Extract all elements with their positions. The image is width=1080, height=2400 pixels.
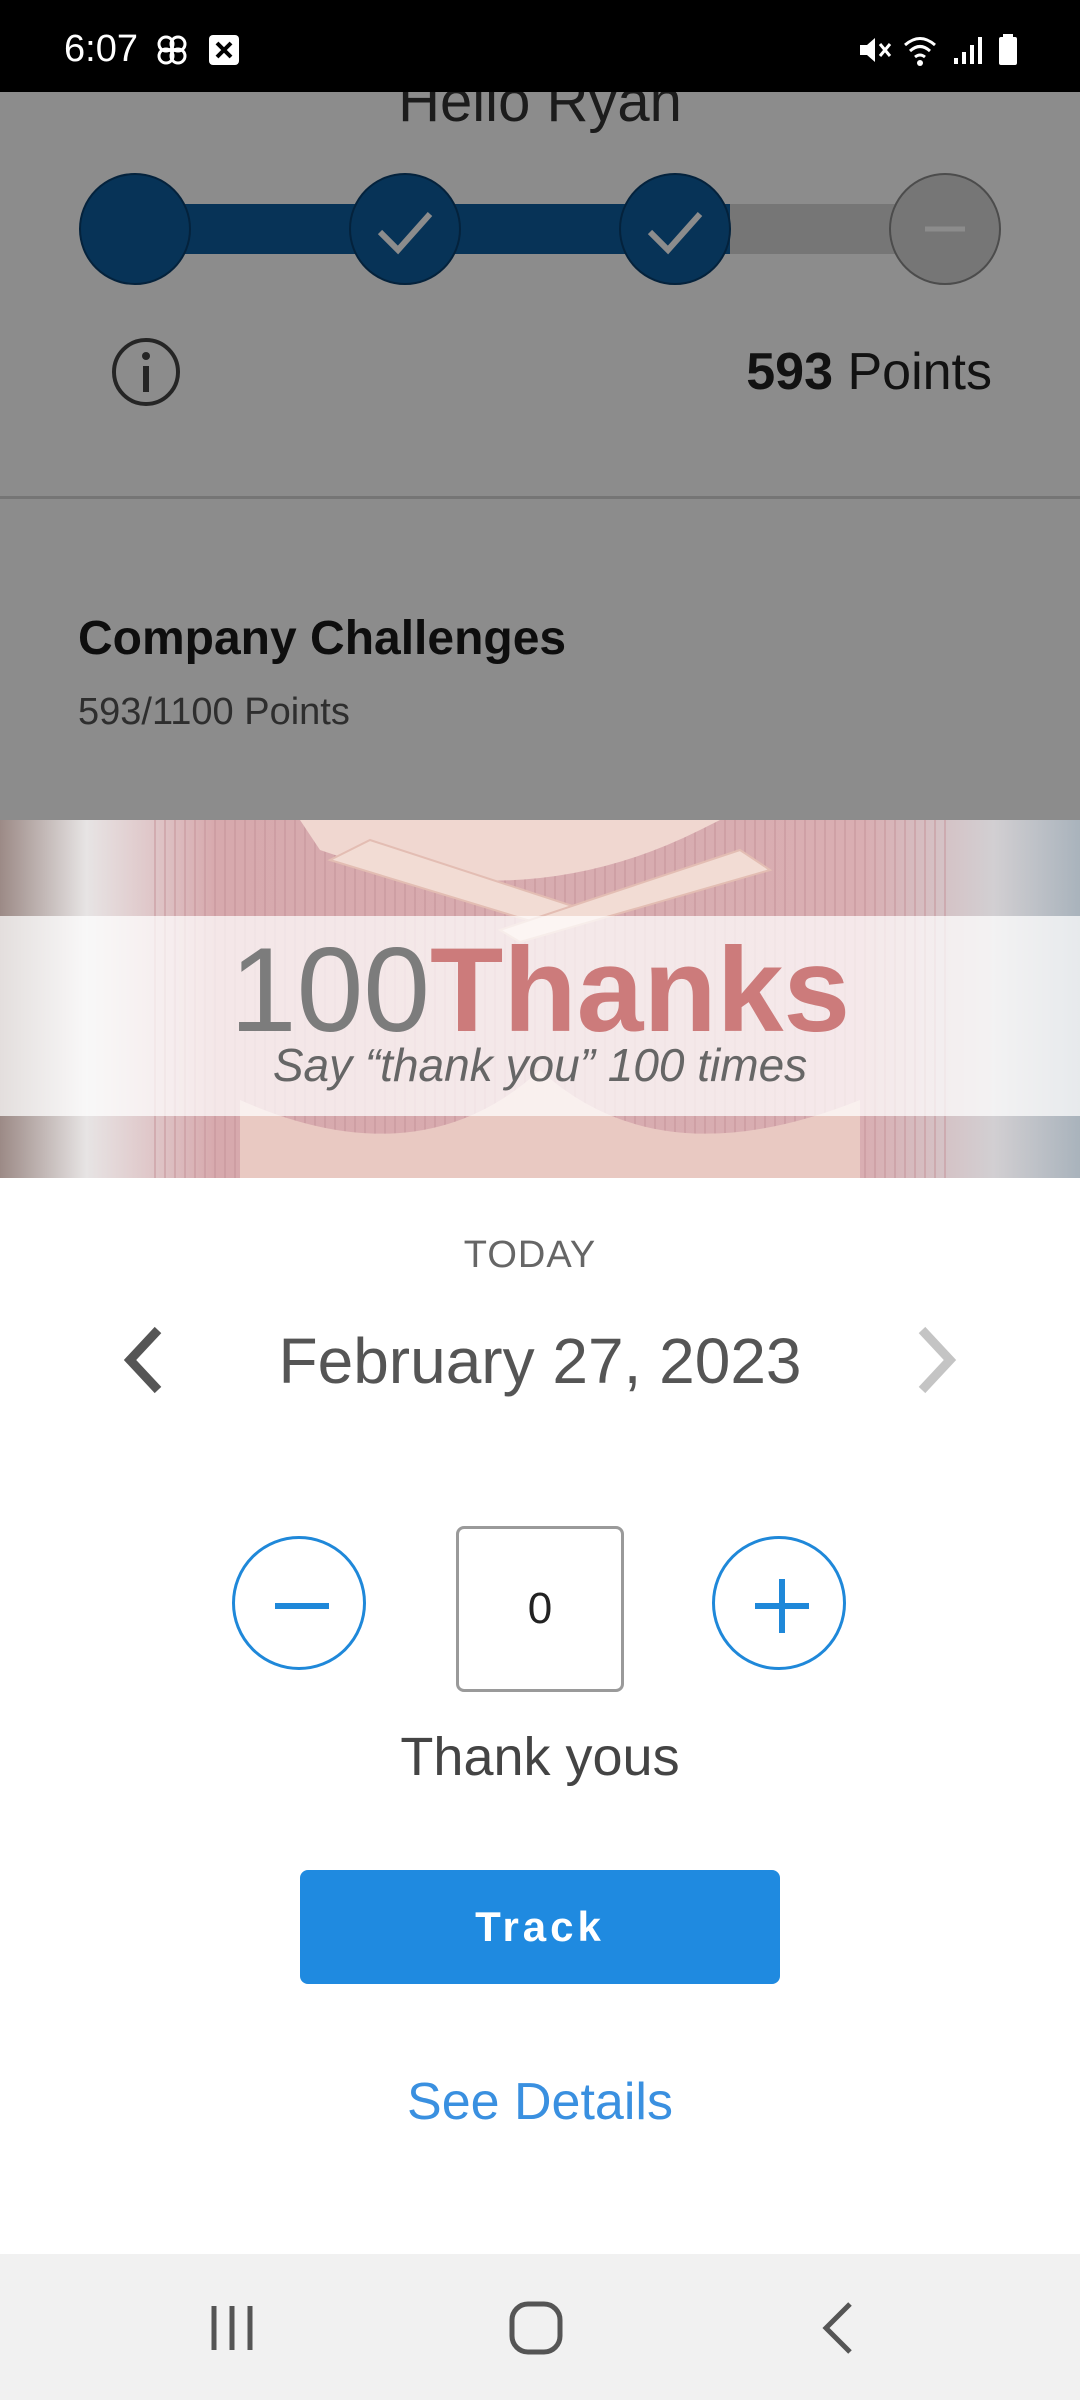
banner-subtitle: Say “thank you” 100 times [272, 1039, 808, 1091]
signal-icon [954, 37, 982, 64]
challenge-sheet: 100Thanks Say “thank you” 100 times TODA… [0, 820, 1080, 2254]
day-label: TODAY [463, 1234, 597, 1276]
next-day-button[interactable] [906, 1320, 966, 1400]
modal-scrim[interactable] [0, 92, 1080, 820]
system-nav-bar [0, 2254, 1080, 2400]
home-icon[interactable] [504, 2298, 568, 2358]
status-bar: 6:07 [0, 0, 1080, 92]
challenge-banner: 100Thanks Say “thank you” 100 times [0, 820, 1080, 1178]
see-details-link[interactable]: See Details [0, 2072, 1080, 2132]
minus-icon [275, 1603, 329, 1609]
track-button[interactable]: Track [300, 1870, 780, 1984]
increment-button[interactable] [712, 1536, 846, 1670]
banner-number: 100 [229, 923, 431, 1057]
plus-icon [755, 1579, 809, 1633]
battery-icon [999, 34, 1017, 65]
wifi-icon [904, 37, 936, 66]
back-icon[interactable] [808, 2298, 872, 2358]
count-input[interactable]: 0 [456, 1526, 624, 1692]
recent-apps-icon[interactable] [200, 2298, 264, 2358]
pinwheel-icon [157, 35, 187, 65]
banner-title: 100Thanks [0, 930, 1080, 1050]
mute-icon [860, 38, 892, 62]
status-time: 6:07 [64, 28, 138, 70]
banner-word: Thanks [430, 923, 851, 1057]
count-unit-label: Thank yous [400, 1727, 680, 1787]
image-x-icon [209, 35, 239, 65]
decrement-button[interactable] [232, 1536, 366, 1670]
